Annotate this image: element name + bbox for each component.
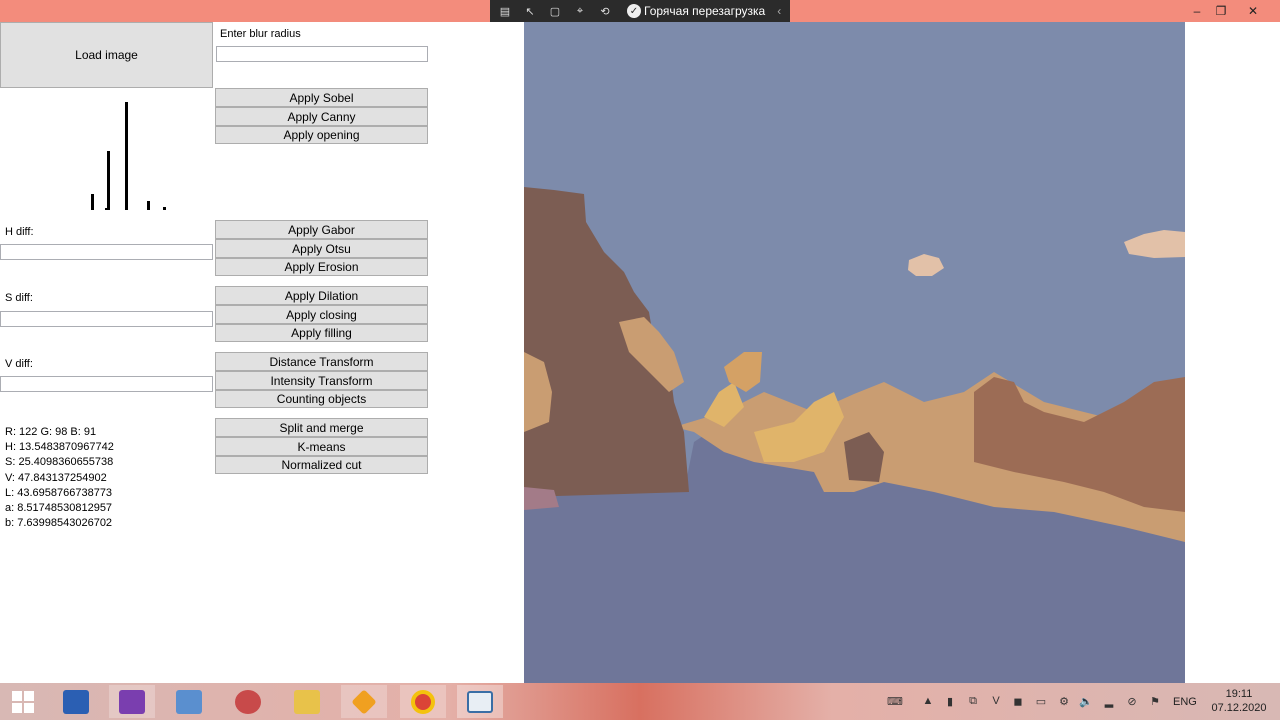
taskbar-app-icon[interactable] [341, 685, 387, 718]
signal-icon[interactable]: ▂ [1101, 693, 1117, 709]
binding-failures-icon[interactable]: ⟲ [595, 3, 615, 19]
v-diff-label: V diff: [5, 358, 33, 370]
histogram [80, 95, 180, 210]
h-diff-label: H diff: [5, 226, 34, 238]
close-button[interactable]: ✕ [1240, 0, 1266, 22]
taskbar-chrome-icon[interactable] [400, 685, 446, 718]
histogram-bar [147, 201, 150, 210]
histogram-bar [125, 102, 128, 210]
apply-erosion-button[interactable]: Apply Erosion [215, 258, 428, 276]
counting-objects-button[interactable]: Counting objects [215, 390, 428, 408]
intensity-transform-button[interactable]: Intensity Transform [215, 371, 428, 390]
blur-radius-label: Enter blur radius [220, 28, 301, 40]
apply-filling-button[interactable]: Apply filling [215, 324, 428, 342]
pixel-a: a: 8.51748530812957 [5, 502, 113, 515]
apply-gabor-button[interactable]: Apply Gabor [215, 220, 428, 239]
taskbar-visual-studio-icon[interactable] [109, 685, 155, 718]
volume-icon[interactable]: 🔈 [1078, 693, 1094, 709]
taskbar: ⌨ ▲ ▮ ⧉ V ◼ ▭ ⚙ 🔈 ▂ ⊘ ⚑ ENG 19:11 07.12.… [0, 683, 1280, 720]
taskbar-computer-icon[interactable] [53, 685, 99, 718]
taskbar-explorer-icon[interactable] [284, 685, 330, 718]
s-diff-input[interactable] [0, 311, 213, 327]
pixel-h: H: 13.5483870967742 [5, 441, 114, 454]
minimize-button[interactable]: – [1184, 0, 1210, 22]
pixel-rgb: R: 122 G: 98 B: 91 [5, 426, 97, 438]
track-focus-icon[interactable]: ⌖ [570, 3, 590, 19]
apply-closing-button[interactable]: Apply closing [215, 305, 428, 324]
split-and-merge-button[interactable]: Split and merge [215, 418, 428, 437]
live-visual-tree-icon[interactable]: ▤ [495, 3, 515, 19]
k-means-button[interactable]: K-means [215, 437, 428, 456]
restore-button[interactable]: ❐ [1208, 0, 1234, 22]
tray-flag-icon[interactable]: ⚑ [1147, 693, 1163, 709]
taskbar-paint-icon[interactable] [225, 685, 271, 718]
pixel-v: V: 47.843137254902 [5, 471, 107, 484]
start-button[interactable] [0, 685, 46, 718]
tray-blocked-icon[interactable]: ⊘ [1124, 693, 1140, 709]
normalized-cut-button[interactable]: Normalized cut [215, 456, 428, 474]
tray-nvidia-icon[interactable]: ◼ [1010, 693, 1026, 709]
tray-v-icon[interactable]: V [988, 693, 1004, 709]
histogram-bar [105, 208, 108, 210]
select-element-icon[interactable]: ↖ [520, 3, 540, 19]
language-indicator[interactable]: ENG [1173, 696, 1197, 708]
keyboard-icon[interactable]: ⌨ [882, 693, 908, 709]
histogram-bar [107, 151, 110, 210]
windows-logo-icon [12, 690, 34, 713]
apply-sobel-button[interactable]: Apply Sobel [215, 88, 428, 107]
histogram-bar [163, 207, 166, 210]
display-layout-adorners-icon[interactable]: ▢ [545, 3, 565, 19]
pixel-l: L: 43.6958766738773 [5, 486, 113, 499]
segmented-image [524, 22, 1185, 683]
tray-network-share-icon[interactable]: ⧉ [965, 693, 981, 709]
apply-opening-button[interactable]: Apply opening [215, 126, 428, 144]
debug-toolbar: ▤ ↖ ▢ ⌖ ⟲ ✓ Горячая перезагрузка ‹ [490, 0, 790, 22]
tray-monitor-icon[interactable]: ▭ [1033, 693, 1049, 709]
blur-radius-input[interactable] [216, 46, 428, 62]
apply-dilation-button[interactable]: Apply Dilation [215, 286, 428, 305]
taskbar-calculator-icon[interactable] [166, 685, 212, 718]
s-diff-label: S diff: [5, 292, 33, 304]
pixel-s: S: 25.4098360655738 [5, 456, 114, 469]
clock[interactable]: 19:11 07.12.2020 [1205, 687, 1273, 715]
apply-canny-button[interactable]: Apply Canny [215, 107, 428, 126]
collapse-toolbar-icon[interactable]: ‹ [777, 4, 781, 18]
pixel-b: b: 7.63998543026702 [5, 517, 113, 530]
clock-time: 19:11 [1225, 688, 1253, 700]
tray-device-icon[interactable]: ▮ [942, 693, 958, 709]
h-diff-input[interactable] [0, 244, 213, 260]
tray-settings-icon[interactable]: ⚙ [1056, 693, 1072, 709]
pixel-info: R: 122 G: 98 B: 91 H: 13.5483870967742 S… [5, 425, 114, 531]
title-bar: ▤ ↖ ▢ ⌖ ⟲ ✓ Горячая перезагрузка ‹ – ❐ ✕ [0, 0, 1280, 22]
tray-warning-icon[interactable]: ▲ [920, 693, 936, 709]
distance-transform-button[interactable]: Distance Transform [215, 352, 428, 371]
load-image-button[interactable]: Load image [0, 22, 213, 88]
histogram-bar [91, 194, 94, 210]
apply-otsu-button[interactable]: Apply Otsu [215, 239, 428, 258]
taskbar-running-app-icon[interactable] [457, 685, 503, 718]
clock-date: 07.12.2020 [1211, 702, 1267, 714]
hot-reload-check-icon: ✓ [627, 4, 641, 18]
image-canvas[interactable] [524, 22, 1185, 683]
hot-reload-label[interactable]: Горячая перезагрузка [644, 4, 765, 18]
v-diff-input[interactable] [0, 376, 213, 392]
